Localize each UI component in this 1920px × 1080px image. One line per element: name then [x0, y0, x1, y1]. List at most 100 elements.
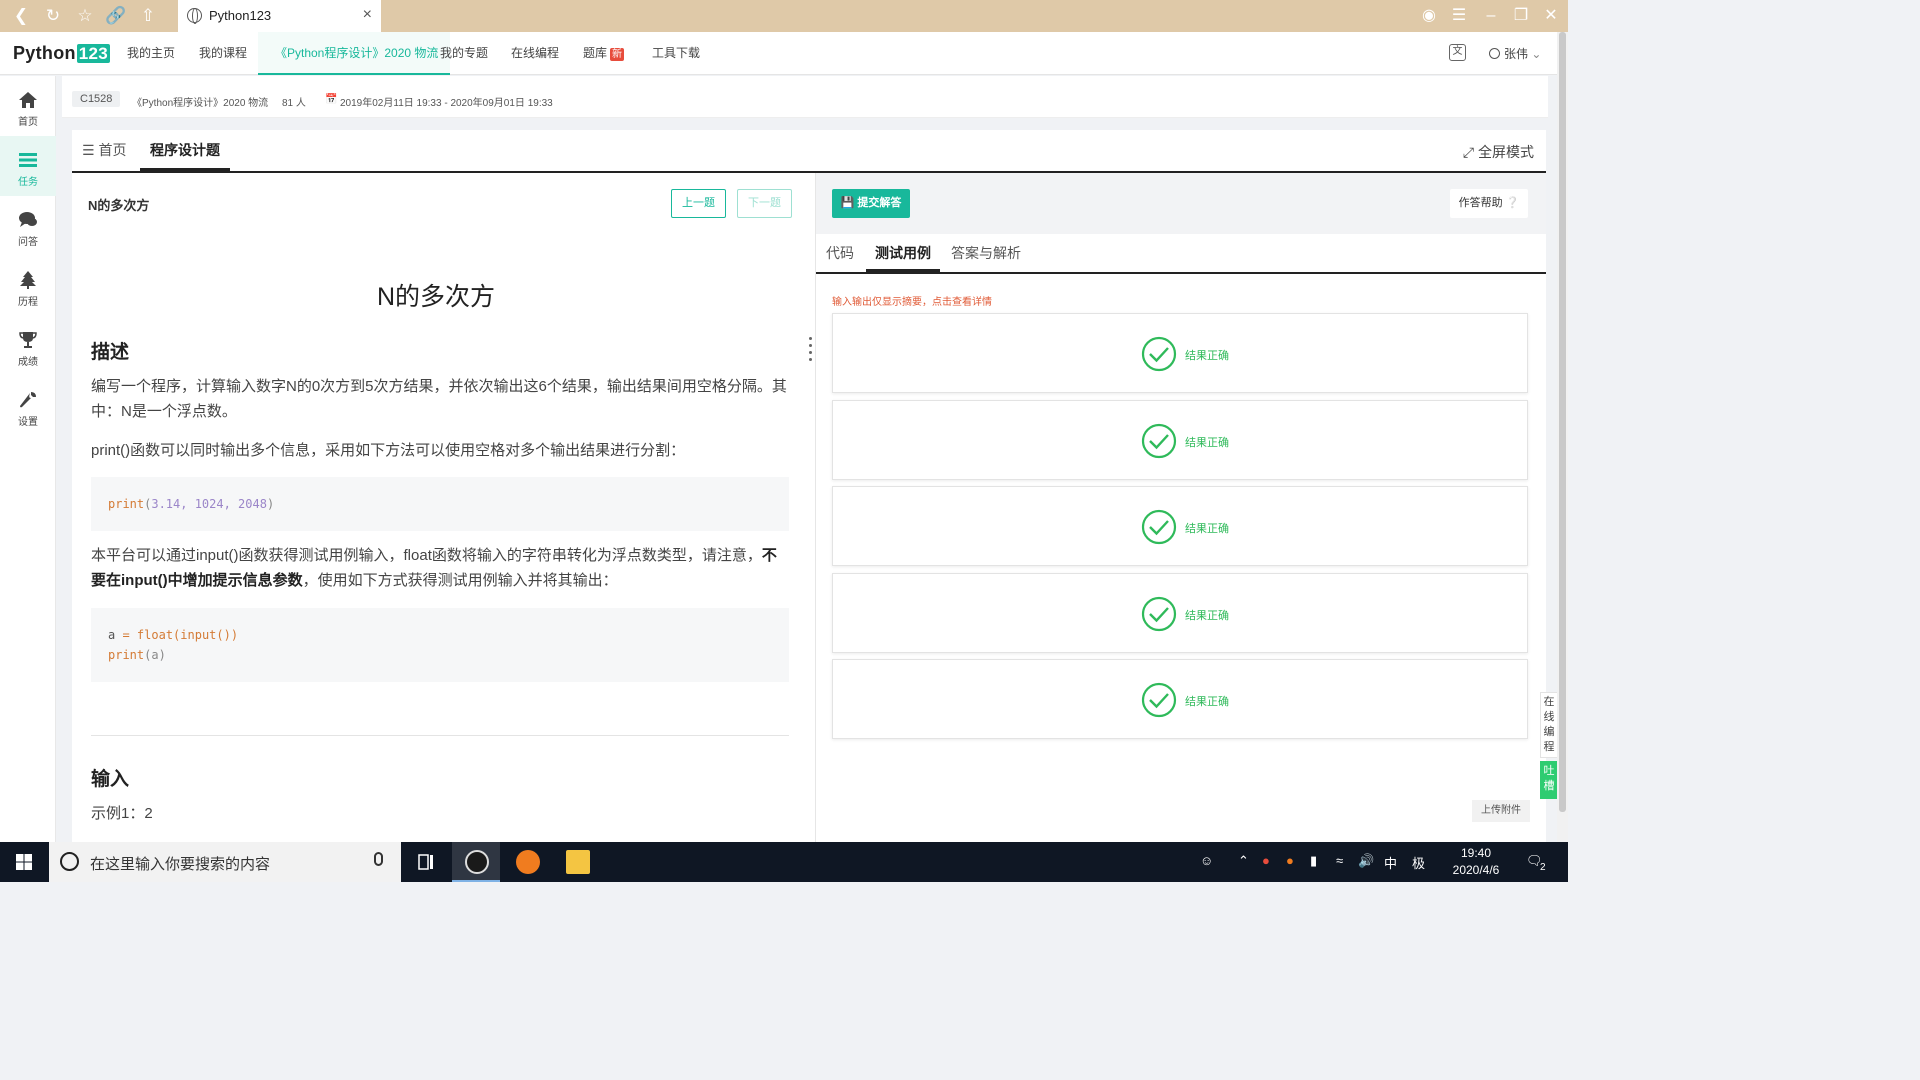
share-icon[interactable]: ⇧	[137, 6, 159, 26]
calendar-icon: 📅	[325, 94, 338, 105]
wifi-icon[interactable]: ≈	[1336, 853, 1343, 868]
task-view-icon	[418, 854, 433, 870]
tab-close-icon[interactable]: ×	[363, 6, 372, 24]
test-case-result[interactable]: 结果正确	[832, 486, 1528, 566]
translate-icon[interactable]: 文	[1449, 44, 1466, 61]
code-example-print: print(3.14, 1024, 2048)	[91, 477, 789, 531]
folder-icon	[566, 850, 590, 874]
sidebar-label: 任务	[18, 177, 38, 188]
test-case-result[interactable]: 结果正确	[832, 313, 1528, 393]
code-example-input: a = float(input()) print(a)	[91, 608, 789, 682]
answer-toolbar: 💾 提交解答 作答帮助 ❔	[816, 173, 1546, 234]
submit-label: 提交解答	[857, 197, 902, 209]
tab-home[interactable]: ☰ 首页	[82, 130, 126, 171]
scrollbar-thumb[interactable]	[1559, 32, 1566, 812]
next-problem-button[interactable]: 下一题	[737, 189, 792, 218]
ime-language[interactable]: 中	[1384, 853, 1397, 872]
answer-help-button[interactable]: 作答帮助 ❔	[1450, 189, 1528, 218]
nav-my-topics[interactable]: 我的专题	[440, 32, 488, 75]
tab-answer-analysis[interactable]: 答案与解析	[951, 234, 1021, 272]
tab-test-cases[interactable]: 测试用例	[866, 234, 940, 272]
tab-title: Python123	[209, 8, 272, 23]
reload-icon[interactable]: ↻	[42, 6, 64, 26]
start-button[interactable]	[0, 842, 48, 882]
restore-icon[interactable]: ❐	[1510, 5, 1532, 27]
ime-mode[interactable]: 极	[1412, 853, 1425, 872]
taskbar-app-browser[interactable]	[452, 842, 500, 882]
fullscreen-label: 全屏模式	[1478, 144, 1534, 160]
io-summary-note[interactable]: 输入输出仅显示摘要，点击查看详情	[832, 293, 992, 308]
site-logo[interactable]: Python 123	[13, 43, 111, 64]
submit-answer-button[interactable]: 💾 提交解答	[832, 189, 910, 218]
logo-number: 123	[76, 44, 111, 63]
course-code-badge: C1528	[72, 91, 121, 107]
nav-online-coding[interactable]: 在线编程	[511, 32, 559, 75]
para-text: 本平台可以通过input()函数获得测试用例输入，float函数将输入的字符串转…	[91, 547, 762, 564]
taskbar-search-box[interactable]: 在这里输入你要搜索的内容	[49, 842, 401, 882]
bookmark-star-icon[interactable]: ☆	[74, 6, 96, 26]
nav-tool-download[interactable]: 工具下载	[652, 32, 700, 75]
result-label: 结果正确	[1185, 350, 1229, 362]
upload-attachment-button[interactable]: 上传附件	[1472, 800, 1530, 822]
sidebar-item-qa[interactable]: 问答	[0, 196, 56, 256]
left-sidebar: 首页 任务 问答 历程 成绩 设置	[0, 76, 56, 842]
tree-icon	[20, 271, 36, 289]
volume-icon[interactable]: 🔊	[1358, 853, 1374, 869]
nav-question-bank[interactable]: 题库新	[583, 32, 625, 75]
prev-problem-button[interactable]: 上一题	[671, 189, 726, 218]
sidebar-item-settings[interactable]: 设置	[0, 376, 56, 436]
test-case-result[interactable]: 结果正确	[832, 400, 1528, 480]
tasks-icon	[19, 153, 37, 167]
problem-pane: N的多次方 上一题 下一题 N的多次方 描述 编写一个程序，计算输入数字N的0次…	[72, 173, 815, 842]
code-token: 3.14, 1024, 2048	[151, 497, 267, 511]
answer-tabs: 代码 测试用例 答案与解析	[816, 234, 1546, 274]
orange-tray-icon[interactable]: ●	[1286, 853, 1294, 868]
course-period: 2019年02月11日 19:33 - 2020年09月01日 19:33	[340, 98, 553, 109]
link-icon[interactable]: 🔗	[105, 6, 127, 26]
browser-menu-icon[interactable]: ☰	[1448, 5, 1470, 27]
description-heading: 描述	[91, 342, 130, 363]
task-view-button[interactable]	[403, 842, 451, 882]
qq-tray-icon[interactable]: ●	[1262, 853, 1270, 868]
browser-search-icon[interactable]: ◉	[1418, 5, 1440, 27]
battery-icon[interactable]: ▮	[1310, 853, 1317, 869]
feedback-float-button[interactable]: 吐槽	[1540, 761, 1558, 799]
test-case-result[interactable]: 结果正确	[832, 659, 1528, 739]
fullscreen-button[interactable]: ⤢ 全屏模式	[1463, 142, 1534, 162]
minimize-icon[interactable]: –	[1480, 5, 1502, 27]
new-badge: 新	[610, 48, 625, 61]
test-case-result[interactable]: 结果正确	[832, 573, 1528, 653]
course-info-bar: C1528 《Python程序设计》2020 物流 81 人 📅 2019年02…	[62, 76, 1548, 118]
show-hidden-icons-icon[interactable]: ⌃	[1238, 853, 1249, 869]
tab-code[interactable]: 代码	[826, 234, 854, 272]
browser-tab[interactable]: Python123 ×	[178, 0, 381, 32]
taskbar-app-explorer[interactable]	[553, 842, 601, 882]
sidebar-item-grades[interactable]: 成绩	[0, 316, 56, 376]
page-scrollbar[interactable]	[1557, 32, 1568, 842]
sidebar-item-history[interactable]: 历程	[0, 256, 56, 316]
home-icon	[19, 92, 37, 108]
back-icon[interactable]: ❮	[10, 6, 32, 26]
list-icon: ☰	[82, 142, 99, 158]
pane-resize-handle[interactable]	[809, 337, 813, 365]
taskbar-app-orange[interactable]	[503, 842, 551, 882]
nav-current-course[interactable]: 《Python程序设计》2020 物流	[258, 32, 451, 75]
nav-my-courses[interactable]: 我的课程	[199, 32, 247, 75]
description-paragraph-1: 编写一个程序，计算输入数字N的0次方到5次方结果，并依次输出这6个结果，输出结果…	[91, 378, 787, 420]
microphone-icon[interactable]	[374, 852, 383, 866]
sidebar-item-home[interactable]: 首页	[0, 76, 56, 136]
user-menu[interactable]: 张伟 ⌄	[1489, 45, 1541, 62]
online-coding-float-button[interactable]: 在线编程	[1540, 692, 1558, 758]
sidebar-item-tasks[interactable]: 任务	[0, 136, 56, 196]
tab-programming-problem[interactable]: 程序设计题	[140, 130, 230, 171]
code-token: =	[115, 628, 137, 642]
input-example: 示例1：2	[91, 805, 153, 822]
close-window-icon[interactable]: ✕	[1540, 5, 1562, 27]
people-icon[interactable]: ☺	[1200, 853, 1213, 868]
taskbar-clock[interactable]: 19:40 2020/4/6	[1438, 845, 1514, 879]
code-token: float(input())	[136, 628, 239, 642]
nav-my-home[interactable]: 我的主页	[127, 32, 175, 75]
input-heading: 输入	[91, 769, 130, 790]
sidebar-label: 历程	[18, 297, 38, 308]
clock-date: 2020/4/6	[1452, 863, 1500, 877]
